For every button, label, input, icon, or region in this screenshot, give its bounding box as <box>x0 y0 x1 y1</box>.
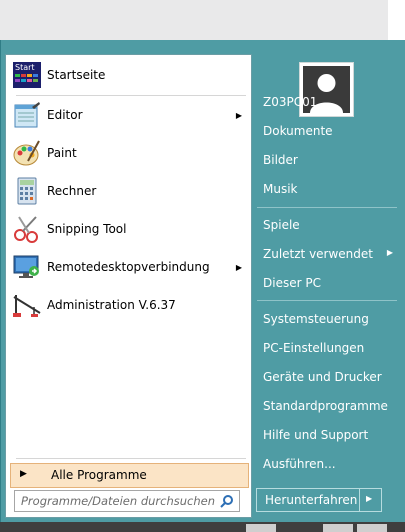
program-rechner[interactable]: Rechner <box>6 173 251 209</box>
link-user-folder[interactable]: Z03PC01 <box>259 90 393 114</box>
program-label: Paint <box>47 146 77 160</box>
program-remotedesktop[interactable]: Remotedesktopverbindung ▶ <box>6 249 251 285</box>
divider <box>257 207 397 208</box>
shutdown-label: Herunterfahren <box>265 493 358 507</box>
link-label: Bilder <box>263 153 298 167</box>
divider <box>257 300 397 301</box>
all-programs-label: Alle Programme <box>51 468 147 482</box>
link-spiele[interactable]: Spiele <box>259 213 393 237</box>
start-screen-icon: Start <box>12 61 42 89</box>
program-label: Editor <box>47 108 83 122</box>
search-box[interactable]: Programme/Dateien durchsuchen <box>14 490 240 512</box>
submenu-arrow-icon: ▶ <box>235 262 242 272</box>
link-musik[interactable]: Musik <box>259 177 393 201</box>
program-startseite[interactable]: Start Startseite <box>6 57 251 93</box>
submenu-arrow-icon: ▶ <box>235 110 242 120</box>
link-label: Hilfe und Support <box>263 428 369 442</box>
notepad-icon <box>12 101 42 129</box>
link-label: Dokumente <box>263 124 333 138</box>
paint-palette-icon <box>12 139 42 167</box>
link-label: Systemsteuerung <box>263 312 369 326</box>
link-dieser-pc[interactable]: Dieser PC <box>259 271 393 295</box>
program-label: Administration V.6.37 <box>47 298 176 312</box>
program-snipping-tool[interactable]: Snipping Tool <box>6 211 251 247</box>
program-label: Remotedesktopverbindung <box>47 260 210 274</box>
search-placeholder: Programme/Dateien durchsuchen <box>21 494 216 508</box>
remote-desktop-icon <box>12 253 42 281</box>
link-dokumente[interactable]: Dokumente <box>259 119 393 143</box>
expand-arrow-icon: ▶ <box>20 469 27 479</box>
link-hilfe-und-support[interactable]: Hilfe und Support <box>259 423 393 447</box>
desktop-background-right <box>388 0 405 40</box>
taskbar-button[interactable] <box>246 524 276 532</box>
start-icon-text: Start <box>15 63 35 72</box>
program-label: Rechner <box>47 184 97 198</box>
program-editor[interactable]: Editor ▶ <box>6 97 251 133</box>
taskbar <box>0 522 405 532</box>
link-geraete-und-drucker[interactable]: Geräte und Drucker <box>259 365 393 389</box>
all-programs-button[interactable]: ▶ Alle Programme <box>10 463 249 488</box>
programs-pane: Start Startseite Editor ▶ Paint Rechner … <box>5 54 252 518</box>
shutdown-options-arrow-icon[interactable]: ▶ <box>366 494 372 503</box>
link-pc-einstellungen[interactable]: PC-Einstellungen <box>259 336 393 360</box>
desktop-background <box>0 0 388 40</box>
program-label: Snipping Tool <box>47 222 127 236</box>
start-menu: Start Startseite Editor ▶ Paint Rechner … <box>0 40 405 522</box>
link-label: Musik <box>263 182 298 196</box>
scissors-icon <box>12 215 42 243</box>
link-label: Dieser PC <box>263 276 321 290</box>
link-label: Standardprogramme <box>263 399 388 413</box>
divider <box>16 458 246 459</box>
divider <box>16 95 246 96</box>
link-zuletzt-verwendet[interactable]: Zuletzt verwendet ▶ <box>259 242 393 266</box>
taskbar-button[interactable] <box>323 524 353 532</box>
link-standardprogramme[interactable]: Standardprogramme <box>259 394 393 418</box>
link-systemsteuerung[interactable]: Systemsteuerung <box>259 307 393 331</box>
shutdown-button[interactable]: Herunterfahren ▶ <box>256 488 382 512</box>
divider <box>359 489 360 511</box>
link-label: Spiele <box>263 218 300 232</box>
crane-icon <box>12 291 42 319</box>
link-label: Z03PC01 <box>263 95 318 109</box>
program-administration[interactable]: Administration V.6.37 <box>6 287 251 323</box>
submenu-arrow-icon: ▶ <box>386 248 393 257</box>
link-ausfuehren[interactable]: Ausführen... <box>259 452 393 476</box>
link-label: Zuletzt verwendet <box>263 247 373 261</box>
link-label: PC-Einstellungen <box>263 341 365 355</box>
program-label: Startseite <box>47 68 106 82</box>
taskbar-button[interactable] <box>357 524 387 532</box>
link-bilder[interactable]: Bilder <box>259 148 393 172</box>
program-paint[interactable]: Paint <box>6 135 251 171</box>
link-label: Geräte und Drucker <box>263 370 382 384</box>
search-icon[interactable] <box>219 494 234 509</box>
link-label: Ausführen... <box>263 457 336 471</box>
calculator-icon <box>12 177 42 205</box>
